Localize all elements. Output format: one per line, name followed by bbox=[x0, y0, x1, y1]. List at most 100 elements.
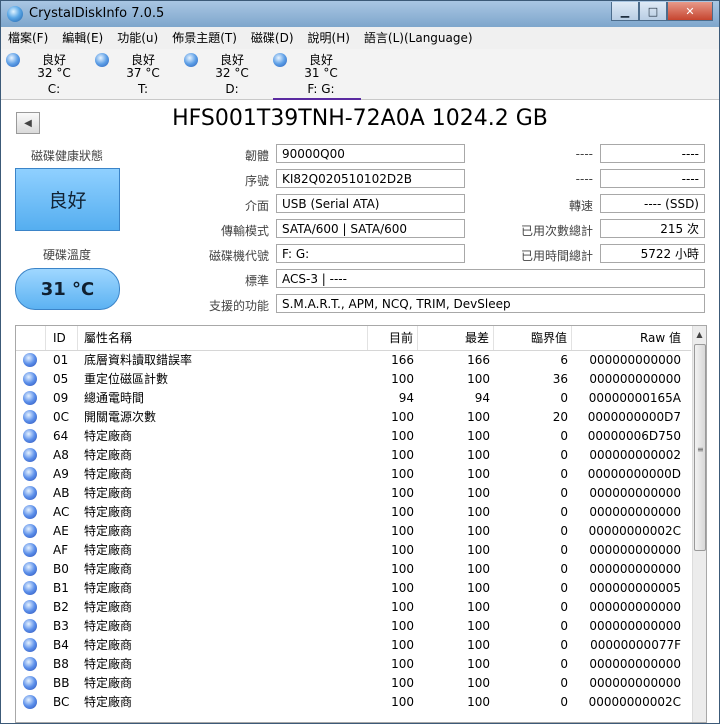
drive-letter: F: G: bbox=[307, 82, 335, 96]
menu-help[interactable]: 說明(H) bbox=[301, 27, 357, 49]
header-threshold[interactable]: 臨界值 bbox=[494, 326, 572, 350]
title-bar[interactable]: CrystalDiskInfo 7.0.5 ▁ □ ✕ bbox=[1, 1, 719, 27]
status-dot-icon bbox=[23, 410, 37, 424]
table-row[interactable]: A9 特定廠商 100 100 0 00000000000D bbox=[16, 465, 691, 484]
drive-tab-fg[interactable]: 良好 31 °C F: G: bbox=[273, 51, 361, 100]
temperature-button[interactable]: 31 °C bbox=[15, 268, 120, 310]
drive-tab-d[interactable]: 良好 32 °C D: bbox=[184, 51, 272, 97]
cell-current: 100 bbox=[391, 638, 414, 652]
table-row[interactable]: 0C 開關電源次數 100 100 20 0000000000D7 bbox=[16, 408, 691, 427]
menu-function[interactable]: 功能(u) bbox=[110, 27, 165, 49]
cell-worst: 100 bbox=[467, 695, 490, 709]
table-row[interactable]: AB 特定廠商 100 100 0 000000000000 bbox=[16, 484, 691, 503]
header-worst[interactable]: 最差 bbox=[418, 326, 494, 350]
menu-edit[interactable]: 編輯(E) bbox=[55, 27, 110, 49]
smart-table: ID 屬性名稱 目前 最差 臨界值 Raw 值 01 底層資料讀取錯誤率 166 16… bbox=[15, 325, 707, 723]
cell-current: 100 bbox=[391, 372, 414, 386]
cell-threshold: 6 bbox=[560, 353, 568, 367]
power-hours-label: 已用時間總計 bbox=[520, 249, 593, 263]
cell-worst: 100 bbox=[467, 524, 490, 538]
cell-raw: 000000000000 bbox=[589, 353, 681, 367]
table-row[interactable]: B8 特定廠商 100 100 0 000000000000 bbox=[16, 655, 691, 674]
cell-raw: 00000000002C bbox=[588, 695, 681, 709]
header-id[interactable]: ID bbox=[46, 326, 78, 350]
cell-raw: 000000000000 bbox=[589, 486, 681, 500]
cell-threshold: 0 bbox=[560, 505, 568, 519]
drive-tab-c[interactable]: 良好 32 °C C: bbox=[6, 51, 94, 97]
features-value: S.M.A.R.T., APM, NCQ, TRIM, DevSleep bbox=[276, 294, 705, 313]
cell-id: AF bbox=[53, 543, 69, 557]
menu-language[interactable]: 語言(L)(Language) bbox=[357, 27, 480, 49]
cell-current: 100 bbox=[391, 695, 414, 709]
cell-name: 特定廠商 bbox=[84, 524, 133, 538]
power-count-label: 已用次數總計 bbox=[520, 224, 593, 238]
close-button[interactable]: ✕ bbox=[667, 2, 713, 21]
table-row[interactable]: AC 特定廠商 100 100 0 000000000000 bbox=[16, 503, 691, 522]
scroll-up-arrow-icon[interactable]: ▲ bbox=[693, 326, 706, 342]
table-row[interactable]: 05 重定位磁區計數 100 100 36 000000000000 bbox=[16, 370, 691, 389]
window-title: CrystalDiskInfo 7.0.5 bbox=[29, 6, 165, 21]
cell-threshold: 0 bbox=[560, 600, 568, 614]
table-row[interactable]: A8 特定廠商 100 100 0 000000000002 bbox=[16, 446, 691, 465]
drive-temp: 37 °C bbox=[126, 66, 160, 80]
cell-current: 100 bbox=[391, 619, 414, 633]
drive-letter: C: bbox=[47, 82, 61, 96]
table-row[interactable]: B0 特定廠商 100 100 0 000000000000 bbox=[16, 560, 691, 579]
header-raw[interactable]: Raw 值 bbox=[572, 326, 691, 350]
scroll-thumb[interactable]: ≡ bbox=[694, 344, 706, 551]
cell-current: 100 bbox=[391, 524, 414, 538]
cell-current: 166 bbox=[391, 353, 414, 367]
interface-value: USB (Serial ATA) bbox=[276, 194, 465, 213]
cell-id: B0 bbox=[53, 562, 69, 576]
interface-label: 介面 bbox=[244, 199, 269, 213]
cell-worst: 100 bbox=[467, 619, 490, 633]
minimize-button[interactable]: ▁ bbox=[611, 2, 639, 21]
cell-current: 94 bbox=[398, 391, 414, 405]
cell-raw: 000000000000 bbox=[589, 657, 681, 671]
cell-threshold: 0 bbox=[560, 429, 568, 443]
drive-temp: 32 °C bbox=[37, 66, 71, 80]
cell-name: 特定廠商 bbox=[84, 676, 133, 690]
table-row[interactable]: B3 特定廠商 100 100 0 000000000000 bbox=[16, 617, 691, 636]
drive-tab-t[interactable]: 良好 37 °C T: bbox=[95, 51, 183, 97]
maximize-button[interactable]: □ bbox=[639, 2, 667, 21]
table-row[interactable]: 64 特定廠商 100 100 0 00000006D750 bbox=[16, 427, 691, 446]
cell-id: A9 bbox=[53, 467, 69, 481]
cell-name: 特定廠商 bbox=[84, 486, 133, 500]
table-row[interactable]: B1 特定廠商 100 100 0 000000000005 bbox=[16, 579, 691, 598]
table-row[interactable]: AE 特定廠商 100 100 0 00000000002C bbox=[16, 522, 691, 541]
cell-threshold: 0 bbox=[560, 486, 568, 500]
cell-raw: 000000000002 bbox=[589, 448, 681, 462]
table-row[interactable]: B2 特定廠商 100 100 0 000000000000 bbox=[16, 598, 691, 617]
table-row[interactable]: BB 特定廠商 100 100 0 000000000000 bbox=[16, 674, 691, 693]
cell-current: 100 bbox=[391, 486, 414, 500]
status-dot-icon bbox=[23, 543, 37, 557]
cell-worst: 100 bbox=[467, 467, 490, 481]
cell-name: 底層資料讀取錯誤率 bbox=[84, 353, 193, 367]
table-scrollbar[interactable]: ▲ ≡ bbox=[692, 326, 706, 722]
menu-theme[interactable]: 佈景主題(T) bbox=[165, 27, 244, 49]
cell-id: B1 bbox=[53, 581, 69, 595]
header-name[interactable]: 屬性名稱 bbox=[78, 326, 368, 350]
table-row[interactable]: AF 特定廠商 100 100 0 000000000000 bbox=[16, 541, 691, 560]
cell-raw: 00000006D750 bbox=[587, 429, 681, 443]
header-current[interactable]: 目前 bbox=[368, 326, 418, 350]
window-controls: ▁ □ ✕ bbox=[611, 2, 713, 21]
status-dot-icon bbox=[6, 53, 20, 67]
status-dot-icon bbox=[23, 391, 37, 405]
features-label: 支援的功能 bbox=[208, 299, 269, 313]
health-status-button[interactable]: 良好 bbox=[15, 168, 120, 231]
menu-file[interactable]: 檔案(F) bbox=[1, 27, 55, 49]
menu-disk[interactable]: 磁碟(D) bbox=[244, 27, 301, 49]
table-row[interactable]: 01 底層資料讀取錯誤率 166 166 6 000000000000 bbox=[16, 351, 691, 370]
drive-letter-value: F: G: bbox=[276, 244, 465, 263]
table-row[interactable]: B4 特定廠商 100 100 0 00000000077F bbox=[16, 636, 691, 655]
table-row[interactable]: 09 總通電時間 94 94 0 00000000165A bbox=[16, 389, 691, 408]
previous-disk-button[interactable]: ◀ bbox=[16, 112, 40, 134]
cell-raw: 000000000000 bbox=[589, 505, 681, 519]
cell-id: B3 bbox=[53, 619, 69, 633]
rotation-label: 轉速 bbox=[568, 199, 593, 213]
serial-label: 序號 bbox=[244, 174, 269, 188]
table-row[interactable]: BC 特定廠商 100 100 0 00000000002C bbox=[16, 693, 691, 712]
rotation-value: ---- (SSD) bbox=[600, 194, 705, 213]
